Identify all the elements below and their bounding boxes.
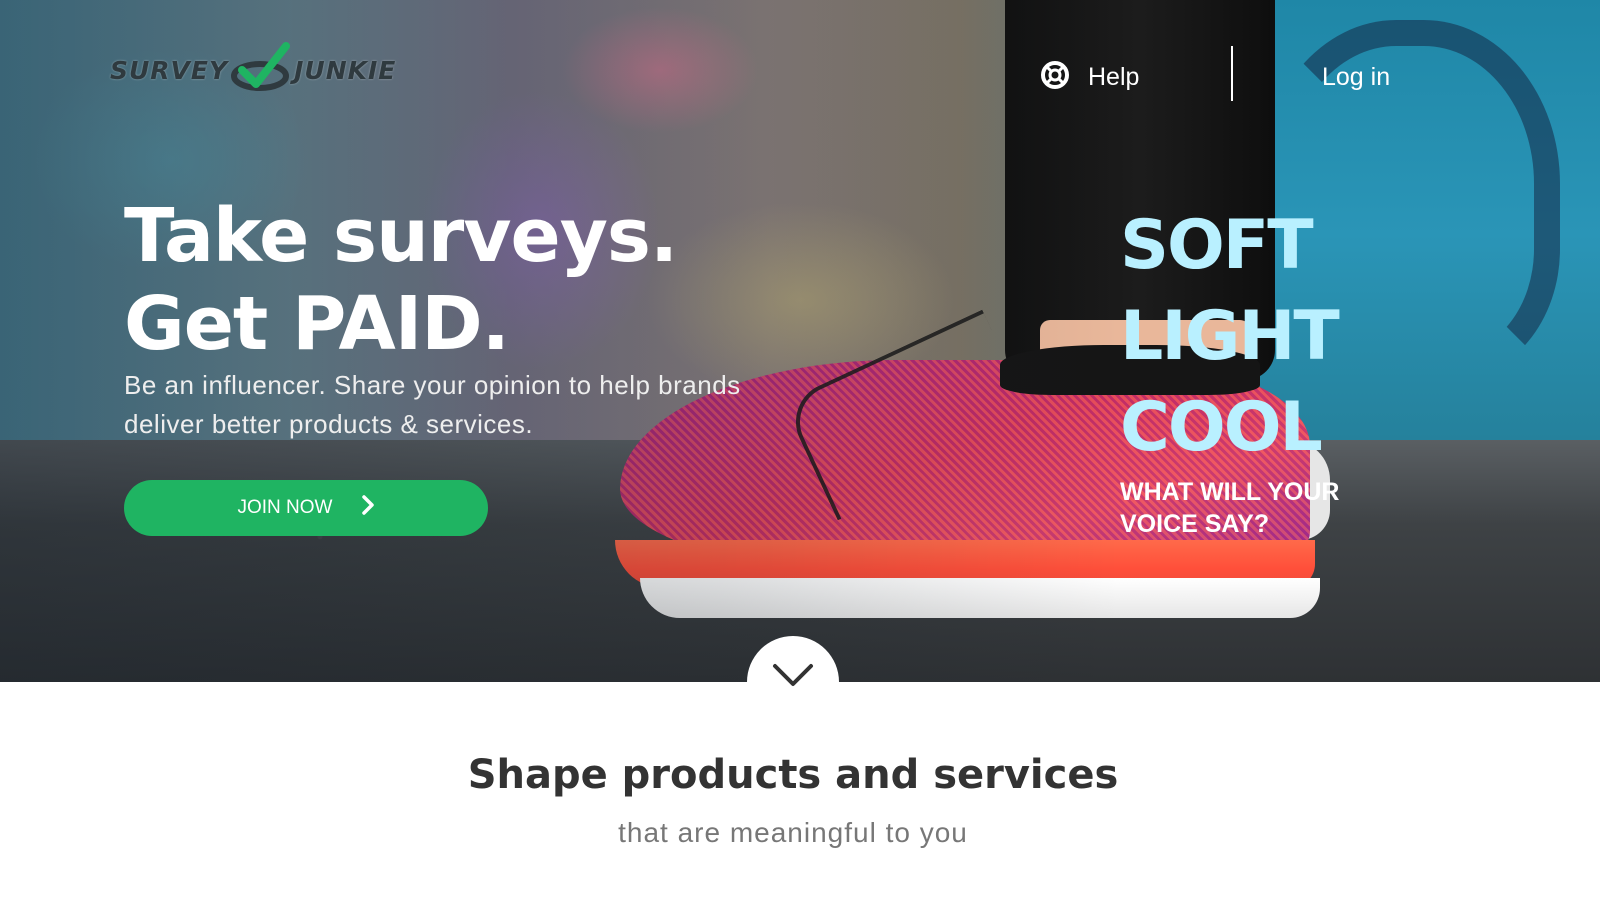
ad-tagline-line2: VOICE SAY? (1120, 510, 1270, 538)
login-link[interactable]: Log in (1322, 57, 1390, 97)
chevron-right-icon (361, 495, 375, 521)
hero-subtitle: Be an influencer. Share your opinion to … (124, 366, 844, 444)
site-logo[interactable]: SURVEY JUNKIE (110, 40, 395, 100)
logo-text-left: SURVEY (110, 55, 229, 85)
ad-word: COOL (1120, 388, 1323, 467)
scroll-down-button[interactable] (747, 636, 839, 728)
ad-word: LIGHT (1120, 297, 1340, 376)
join-now-button[interactable]: JOIN NOW (124, 480, 488, 536)
join-now-label: JOIN NOW (237, 497, 333, 518)
ad-copy: SOFT LIGHT COOL (1120, 200, 1340, 473)
hero-subtitle-line1: Be an influencer. Share your opinion to … (124, 370, 741, 400)
checkmark-icon (230, 40, 292, 100)
section-subtitle: that are meaningful to you (618, 817, 968, 848)
hero-title-line1: Take surveys. (124, 193, 678, 279)
hero-subtitle-line2: deliver better products & services. (124, 409, 534, 439)
help-label: Help (1088, 62, 1140, 91)
hero-title: Take surveys. Get PAID. (124, 192, 678, 368)
chevron-down-icon (771, 662, 815, 693)
section-title: Shape products and services (467, 752, 1119, 798)
ad-tagline: WHAT WILL YOUR VOICE SAY? (1120, 476, 1380, 540)
logo-text-right: JUNKIE (294, 55, 397, 85)
hero-title-line2: Get PAID. (124, 281, 510, 367)
help-link[interactable]: Help (1040, 57, 1139, 97)
lifebuoy-icon (1040, 60, 1070, 95)
nav-divider (1231, 46, 1233, 101)
ad-word: SOFT (1120, 206, 1314, 285)
ad-tagline-line1: WHAT WILL YOUR (1120, 478, 1340, 506)
